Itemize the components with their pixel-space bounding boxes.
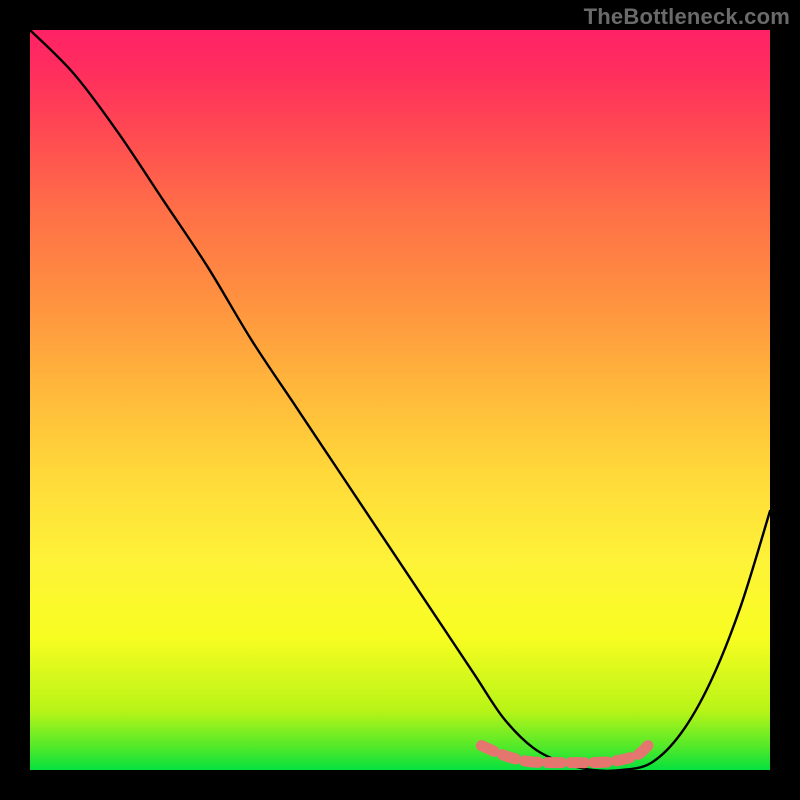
bottleneck-curve (30, 30, 770, 771)
optimal-band (481, 746, 648, 763)
plot-area (30, 30, 770, 770)
watermark-text: TheBottleneck.com (584, 4, 790, 30)
chart-frame: TheBottleneck.com (0, 0, 800, 800)
chart-svg (30, 30, 770, 770)
